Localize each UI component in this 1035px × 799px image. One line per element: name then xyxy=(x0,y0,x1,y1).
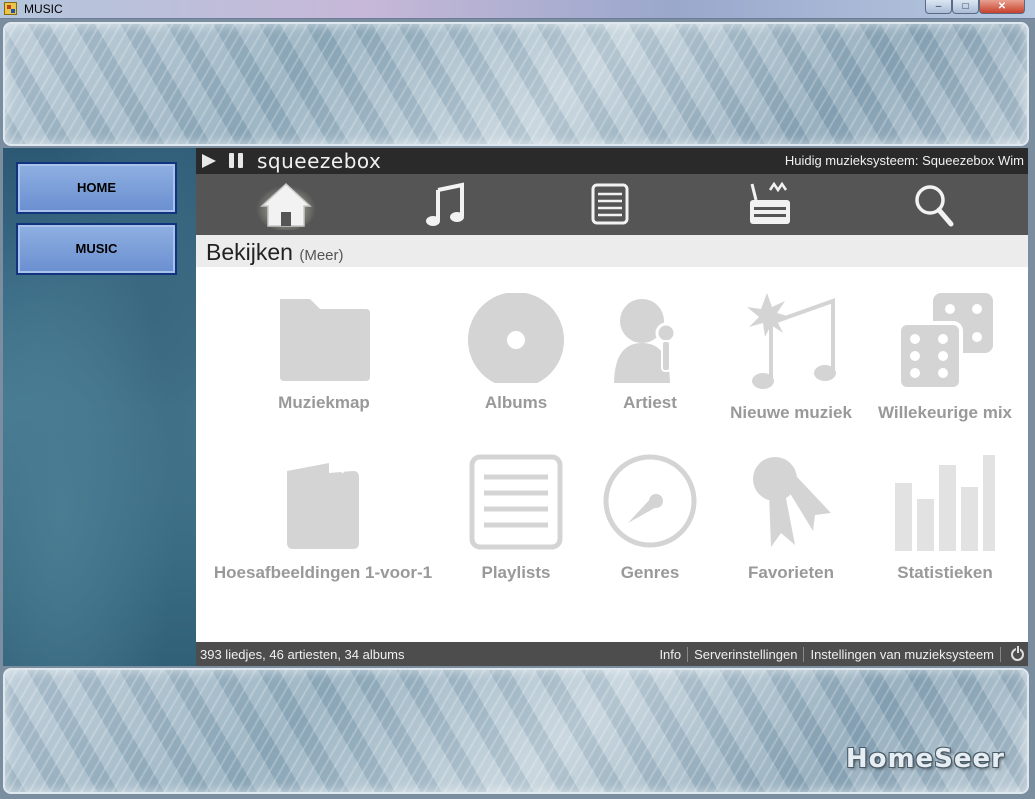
home-icon[interactable] xyxy=(256,180,316,230)
minimize-button[interactable]: – xyxy=(925,0,952,14)
window-title: MUSIC xyxy=(24,2,63,16)
server-settings-link[interactable]: Serverinstellingen xyxy=(688,647,805,662)
app-icon xyxy=(4,2,17,15)
more-link[interactable]: (Meer) xyxy=(299,247,343,264)
homeseer-logo: HomeSeer xyxy=(845,744,1005,774)
tile-label: Muziekmap xyxy=(278,393,370,412)
radio-icon[interactable] xyxy=(742,180,802,230)
tile-label: Nieuwe muziek xyxy=(730,403,852,422)
current-player-label[interactable]: Huidig muzieksysteem: Squeezebox Wim xyxy=(785,153,1024,168)
new-music-icon xyxy=(747,293,836,389)
squeezebox-logo: squeezebox xyxy=(257,149,382,173)
tile-label: Statistieken xyxy=(897,563,993,582)
close-button[interactable]: ✕ xyxy=(979,0,1025,14)
status-bar: 393 liedjes, 46 artiesten, 34 albums Inf… xyxy=(196,642,1028,666)
library-stats: 393 liedjes, 46 artiesten, 34 albums xyxy=(200,647,405,662)
disc-icon xyxy=(468,293,564,383)
tile-muziekmap[interactable]: Muziekmap xyxy=(239,293,409,413)
playlist-icon xyxy=(469,454,563,550)
tile-hoesafbeeldingen[interactable]: Hoesafbeeldingen 1-voor-1 xyxy=(196,453,450,583)
nav-music-button[interactable]: MUSIC xyxy=(16,223,177,275)
main-toolbar xyxy=(196,174,1028,235)
tile-willekeurige-mix[interactable]: Willekeurige mix xyxy=(860,293,1030,423)
dice-icon xyxy=(897,293,993,391)
window-titlebar: MUSIC – □ ✕ xyxy=(0,0,1035,19)
tile-label: Willekeurige mix xyxy=(877,403,1012,422)
tile-label: Hoesafbeeldingen 1-voor-1 xyxy=(213,563,433,582)
maximize-button[interactable]: □ xyxy=(952,0,979,14)
music-note-icon[interactable] xyxy=(418,180,478,230)
statistics-icon xyxy=(895,455,995,551)
footer-panel: HomeSeer xyxy=(3,668,1029,794)
sidebar: HOME MUSIC xyxy=(3,148,196,666)
squeezebox-panel: squeezebox Huidig muzieksysteem: Squeeze… xyxy=(196,148,1028,666)
footer-links: Info Serverinstellingen Instellingen van… xyxy=(653,646,1024,662)
header-panel xyxy=(3,22,1029,146)
tile-favorieten[interactable]: Favorieten xyxy=(706,453,876,583)
play-icon[interactable] xyxy=(202,154,216,168)
folder-icon xyxy=(280,299,370,381)
player-bar: squeezebox Huidig muzieksysteem: Squeeze… xyxy=(196,148,1028,174)
info-link[interactable]: Info xyxy=(653,647,689,662)
section-header: Bekijken (Meer) xyxy=(196,235,1028,267)
genres-icon xyxy=(603,454,697,548)
favorites-icon xyxy=(753,457,831,547)
list-icon[interactable] xyxy=(580,180,640,230)
tile-statistieken[interactable]: Statistieken xyxy=(860,453,1030,583)
cover-art-icon xyxy=(287,462,359,549)
power-icon[interactable] xyxy=(1011,646,1024,661)
section-title: Bekijken xyxy=(206,239,293,265)
search-icon[interactable] xyxy=(904,180,964,230)
nav-home-button[interactable]: HOME xyxy=(16,162,177,214)
artist-icon xyxy=(614,299,677,383)
tile-nieuwe-muziek[interactable]: Nieuwe muziek xyxy=(706,293,876,423)
player-settings-link[interactable]: Instellingen van muzieksysteem xyxy=(804,647,1001,662)
tile-label: Favorieten xyxy=(748,563,834,582)
pause-icon[interactable] xyxy=(229,153,245,168)
